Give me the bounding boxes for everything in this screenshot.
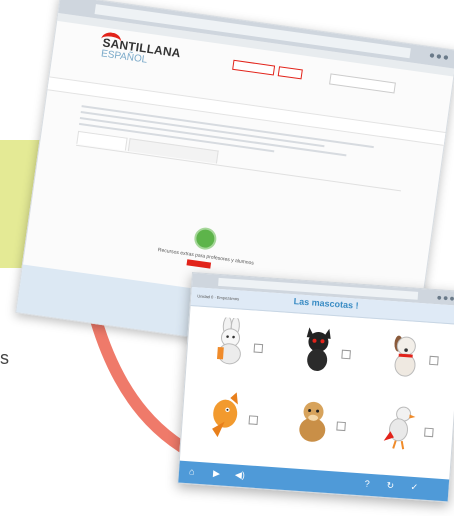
volume-icon[interactable]: ◀) (235, 470, 246, 482)
mascot-checkbox[interactable] (336, 421, 346, 432)
activity-control-bar: ⌂ ▶ ◀) ? ↻ ✓ (178, 460, 450, 502)
play-icon[interactable]: ▶ (213, 468, 221, 479)
home-icon[interactable]: ⌂ (189, 466, 195, 476)
retry-icon[interactable]: ↻ (386, 480, 394, 491)
mascot-checkbox[interactable] (424, 427, 434, 438)
mascot-checkbox[interactable] (341, 349, 351, 360)
header-button-primary[interactable] (232, 59, 276, 76)
header-button-secondary[interactable] (277, 66, 303, 80)
black-cat-icon (306, 327, 331, 371)
parrot-icon (383, 406, 416, 450)
mascot-grid (188, 312, 451, 469)
resources-lock-icon[interactable] (195, 228, 216, 249)
side-text-fragment: s (0, 348, 9, 368)
fish-icon (212, 392, 238, 438)
rabbit-icon (216, 316, 241, 365)
help-icon[interactable]: ? (364, 479, 370, 489)
activity-window: ●●● Unidad 0 · Empezamos Las mascotas ! (177, 272, 454, 503)
mascot-cell-fish[interactable] (189, 383, 267, 448)
header-search-input[interactable] (329, 73, 396, 94)
mascot-cell-rabbit[interactable] (194, 312, 272, 377)
mascot-cell-hamster[interactable] (277, 389, 355, 454)
mascot-checkbox[interactable] (429, 355, 439, 366)
mascot-cell-black-cat[interactable] (282, 318, 360, 383)
activity-window-dots-icon[interactable]: ●●● (436, 292, 454, 303)
check-icon[interactable]: ✓ (410, 482, 418, 493)
window-dots-icon[interactable]: ●●● (428, 50, 450, 64)
logo-swoosh-icon (100, 31, 123, 50)
mascot-checkbox[interactable] (253, 343, 264, 354)
hamster-icon (299, 401, 326, 442)
mascot-cell-parrot[interactable] (365, 396, 443, 461)
mascot-checkbox[interactable] (248, 415, 259, 425)
santillana-logo[interactable]: SANTILLANA ESPAÑOL (100, 31, 182, 70)
tab-first[interactable] (76, 130, 128, 151)
resources-button[interactable] (186, 259, 212, 269)
mascot-cell-dog[interactable] (370, 324, 448, 389)
dog-icon (394, 335, 416, 377)
